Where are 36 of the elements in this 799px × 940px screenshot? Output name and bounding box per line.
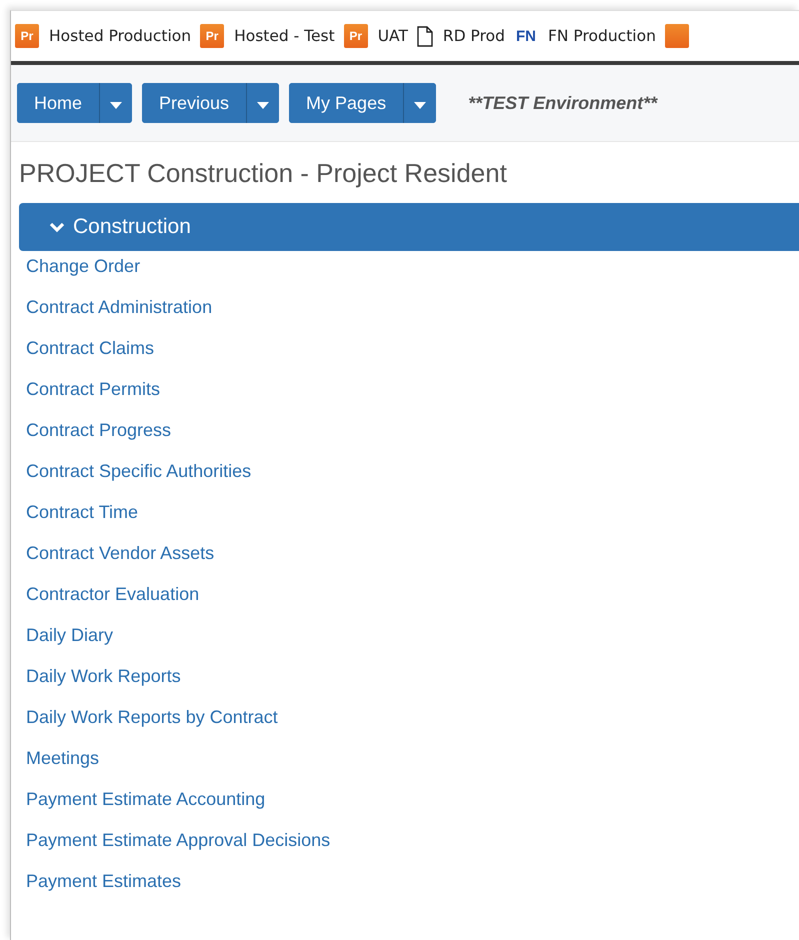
menu-link[interactable]: Contractor Evaluation: [26, 584, 200, 605]
app-icon: Pr: [344, 24, 368, 48]
menu-link[interactable]: Payment Estimate Approval Decisions: [26, 830, 330, 851]
app-icon: Pr: [200, 24, 224, 48]
menu-link[interactable]: Contract Vendor Assets: [26, 543, 214, 564]
caret-icon: [257, 102, 270, 108]
menu-link[interactable]: Contract Claims: [26, 338, 154, 359]
dropdown-button[interactable]: [403, 83, 436, 123]
menu-link[interactable]: Change Order: [26, 256, 140, 277]
menu-link[interactable]: Daily Work Reports: [26, 666, 181, 687]
caret-icon: [110, 102, 122, 108]
menu-link[interactable]: Payment Estimate Accounting: [26, 789, 266, 810]
dropdown-button[interactable]: [246, 83, 280, 123]
section-header[interactable]: Construction: [19, 203, 799, 251]
app-icon: FN: [514, 28, 538, 44]
page-icon: [416, 26, 433, 46]
menu-link[interactable]: Contract Time: [26, 502, 138, 523]
menu-link[interactable]: Contract Progress: [26, 420, 172, 441]
menu-link[interactable]: Contract Administration: [26, 297, 212, 318]
bookmark-link[interactable]: Hosted - Test: [234, 27, 335, 45]
bookmark-link[interactable]: Hosted Production: [49, 27, 192, 45]
menu-link[interactable]: Contract Permits: [26, 379, 160, 400]
caret-icon: [414, 102, 426, 108]
bookmark-link[interactable]: RD Prod: [442, 27, 505, 45]
menu-link[interactable]: Contract Specific Authorities: [26, 461, 252, 482]
bookmark-link[interactable]: FN Production: [548, 27, 656, 45]
bookmark-link[interactable]: UAT: [378, 27, 408, 45]
menu-link[interactable]: Daily Work Reports by Contract: [26, 707, 278, 728]
menu-link[interactable]: Daily Diary: [26, 625, 114, 646]
app-icon: [664, 24, 689, 48]
menu-link[interactable]: Meetings: [26, 748, 100, 769]
page-title: PROJECT Construction - Project Resident: [19, 158, 508, 189]
environment-label: **TEST Environment**: [468, 92, 658, 114]
menu-link[interactable]: Payment Estimates: [26, 871, 182, 892]
app-icon: Pr: [15, 24, 39, 48]
dropdown-button[interactable]: [99, 83, 132, 123]
